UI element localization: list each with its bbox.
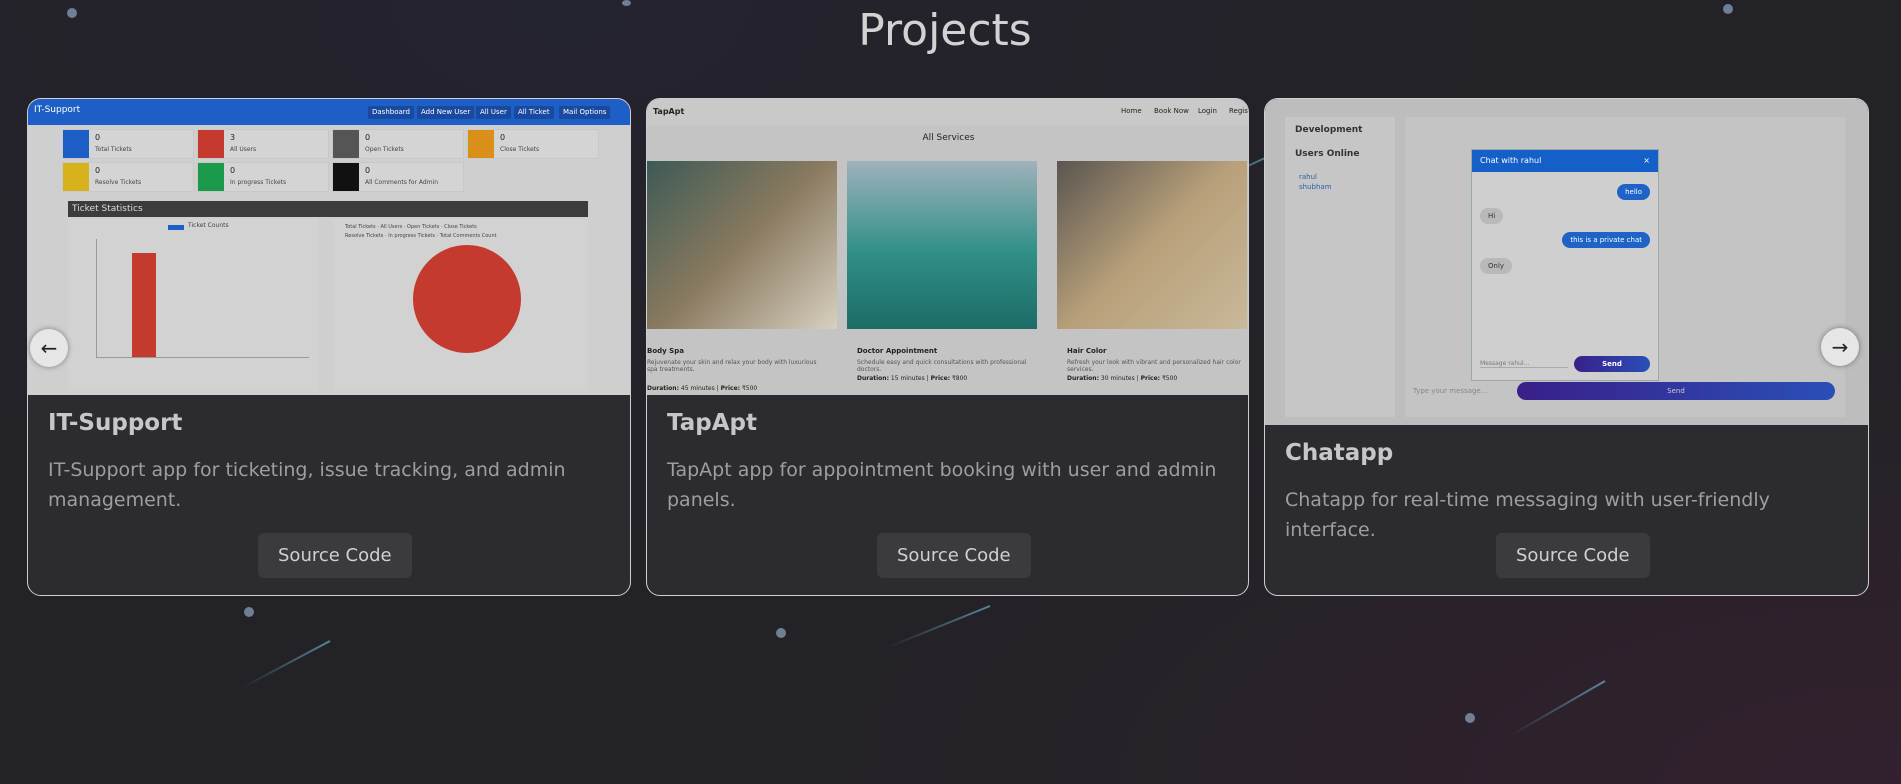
stat-resolve-tickets: 0 Resolve Tickets	[62, 162, 194, 192]
app-header: TapApt Home Book Now Login Regist	[647, 99, 1248, 125]
page-title: Projects	[858, 5, 1032, 56]
app-header: IT-Support Dashboard Add New User All Us…	[28, 99, 630, 125]
services-heading: All Services	[922, 133, 975, 143]
service-text: Rejuvenate your skin and relax your body…	[647, 359, 817, 373]
source-code-button[interactable]: Source Code	[258, 533, 412, 578]
chat-sidebar: Development Users Online rahul shubham	[1285, 117, 1395, 417]
message-bubble: this is a private chat	[1562, 232, 1650, 248]
message-input: Type your message...	[1413, 387, 1488, 395]
stat-all-users: 3 All Users	[197, 129, 329, 159]
close-icon: ×	[1643, 156, 1650, 165]
message-bubble: Hi	[1480, 208, 1504, 224]
service-image-spa	[647, 161, 837, 329]
project-title: IT-Support	[48, 410, 183, 436]
stat-comments: 0 All Comments for Admin	[332, 162, 464, 192]
bar	[132, 253, 156, 357]
message-bubble: Only	[1480, 258, 1513, 274]
bar-chart: Ticket Counts	[68, 219, 318, 391]
popup-input: Message rahul...	[1480, 360, 1568, 368]
service-meta: Duration: 15 minutes | Price: ₹800	[857, 375, 968, 382]
project-card-chatapp: Development Users Online rahul shubham T…	[1264, 98, 1869, 596]
nav-all-user: All User	[476, 106, 511, 119]
online-user: rahul	[1299, 173, 1317, 181]
nav-login: Login	[1198, 107, 1217, 115]
carousel-next-arrow-icon[interactable]: →	[1821, 328, 1859, 366]
nav-add-user: Add New User	[417, 106, 475, 119]
popup-send-button: Send	[1574, 356, 1650, 372]
carousel-prev-arrow-icon[interactable]: ←	[30, 329, 68, 367]
service-name: Body Spa	[647, 347, 684, 355]
nav-home: Home	[1121, 107, 1142, 115]
nav-register: Regist	[1229, 107, 1248, 115]
online-heading: Users Online	[1295, 149, 1360, 159]
project-description: TapApt app for appointment booking with …	[667, 459, 1217, 511]
online-user: shubham	[1299, 183, 1332, 191]
nav-book-now: Book Now	[1154, 107, 1189, 115]
main-send-button: Send	[1517, 382, 1835, 400]
sidebar-heading: Development	[1295, 125, 1363, 135]
project-screenshot: TapApt Home Book Now Login Regist All Se…	[647, 99, 1248, 395]
stat-in-progress: 0 In progress Tickets	[197, 162, 329, 192]
project-screenshot: IT-Support Dashboard Add New User All Us…	[28, 99, 630, 395]
stat-total-tickets: 0 Total Tickets	[62, 129, 194, 159]
project-title: Chatapp	[1285, 440, 1394, 466]
pie-chart: Total Tickets · All Users · Open Tickets…	[333, 219, 588, 391]
pie-slice	[413, 245, 521, 353]
source-code-button[interactable]: Source Code	[877, 533, 1031, 578]
popup-title: Chat with rahul	[1480, 156, 1542, 165]
nav-all-ticket: All Ticket	[514, 106, 554, 119]
chart-heading: Ticket Statistics	[68, 201, 588, 217]
message-bubble: hello	[1617, 184, 1650, 200]
stat-close-tickets: 0 Close Tickets	[467, 129, 599, 159]
service-text: Schedule easy and quick consultations wi…	[857, 359, 1027, 373]
star	[244, 607, 254, 617]
service-meta: Duration: 30 minutes | Price: ₹500	[1067, 375, 1178, 382]
nav-dashboard: Dashboard	[368, 106, 414, 119]
star	[1465, 713, 1475, 723]
project-description: IT-Support app for ticketing, issue trac…	[48, 459, 566, 511]
project-card-tapapt: TapApt Home Book Now Login Regist All Se…	[646, 98, 1249, 596]
app-brand: TapApt	[653, 107, 685, 116]
service-image-doctor	[847, 161, 1037, 329]
project-card-it-support: IT-Support Dashboard Add New User All Us…	[27, 98, 631, 596]
source-code-button[interactable]: Source Code	[1496, 533, 1650, 578]
bar-legend: Ticket Counts	[188, 222, 229, 229]
star	[776, 628, 786, 638]
service-name: Doctor Appointment	[857, 347, 938, 355]
service-text: Refresh your look with vibrant and perso…	[1067, 359, 1241, 373]
service-image-hair	[1057, 161, 1247, 329]
app-title: IT-Support	[34, 105, 81, 115]
chat-popup: Chat with rahul × hello Hi this is a priv…	[1471, 149, 1659, 381]
stat-open-tickets: 0 Open Tickets	[332, 129, 464, 159]
project-screenshot: Development Users Online rahul shubham T…	[1265, 99, 1868, 425]
project-title: TapApt	[667, 410, 757, 436]
nav-mail-options: Mail Options	[559, 106, 611, 119]
service-name: Hair Color	[1067, 347, 1107, 355]
service-meta: Duration: 45 minutes | Price: ₹500	[647, 385, 758, 392]
